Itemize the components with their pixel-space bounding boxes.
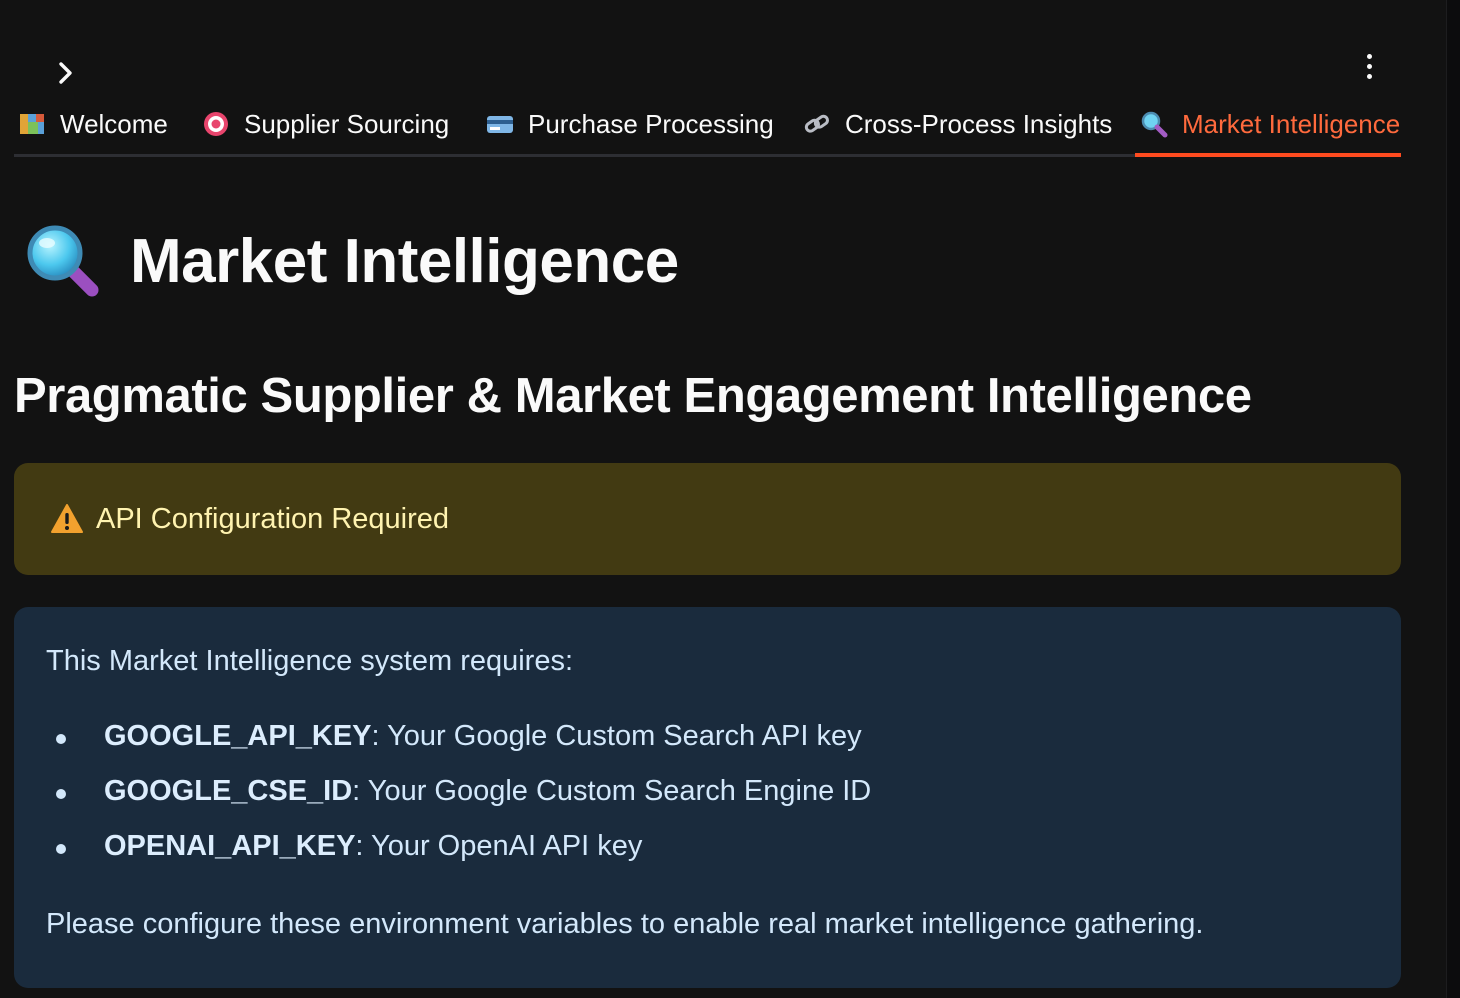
tab-label: Purchase Processing [528,108,774,139]
info-alert: This Market Intelligence system requires… [14,607,1401,988]
info-outro: Please configure these environment varia… [46,908,1204,940]
warning-alert: API Configuration Required [14,463,1401,575]
bullet [56,844,66,854]
credit-card-icon [486,110,514,138]
bullet [56,789,66,799]
page-title: Market Intelligence [24,222,679,300]
tab-label: Supplier Sourcing [244,108,450,139]
map-icon [18,110,46,138]
env-var-description: : Your OpenAI API key [355,830,643,862]
env-var-name: GOOGLE_API_KEY [104,720,372,752]
tab-label: Cross-Process Insights [845,108,1113,139]
app-header [0,0,1446,92]
tab-market-intelligence[interactable]: Market Intelligence [1140,94,1400,154]
warning-text: API Configuration Required [96,502,450,535]
warning-icon [51,504,83,533]
target-icon [202,110,230,138]
magnifier-icon [1140,110,1168,138]
magnifier-icon [27,225,99,297]
tab-label: Welcome [60,108,168,139]
env-var-name: GOOGLE_CSE_ID [104,775,353,807]
tab-label: Market Intelligence [1182,108,1401,139]
page-heading: Market Intelligence [130,226,679,296]
bullet [56,734,66,744]
sidebar-toggle-button[interactable] [50,56,82,90]
env-var-description: : Your Google Custom Search API key [371,720,862,752]
main-menu-button[interactable] [1352,46,1386,86]
list-item: GOOGLE_CSE_ID: Your Google Custom Search… [46,775,1369,830]
tab-row: Welcome Supplier Sourcing Purchase Proce… [14,94,1401,154]
info-intro: This Market Intelligence system requires… [46,645,574,677]
active-tab-indicator [1135,153,1401,157]
tab-supplier-sourcing[interactable]: Supplier Sourcing [202,94,449,154]
env-var-name: OPENAI_API_KEY [104,830,356,862]
list-item: OPENAI_API_KEY: Your OpenAI API key [46,830,1369,885]
tab-welcome[interactable]: Welcome [18,94,168,154]
env-var-description: : Your Google Custom Search Engine ID [352,775,872,807]
app-main: Welcome Supplier Sourcing Purchase Proce… [0,0,1446,998]
scrollbar[interactable] [1446,0,1460,998]
more-vertical-icon [1366,53,1372,59]
requirements-list: GOOGLE_API_KEY: Your Google Custom Searc… [46,720,1369,885]
tab-purchase-processing[interactable]: Purchase Processing [486,94,774,154]
link-icon [803,110,831,138]
page-subtitle: Pragmatic Supplier & Market Engagement I… [14,369,1252,423]
tab-cross-process-insights[interactable]: Cross-Process Insights [803,94,1112,154]
list-item: GOOGLE_API_KEY: Your Google Custom Searc… [46,720,1369,775]
chevron-right-icon [59,62,72,84]
